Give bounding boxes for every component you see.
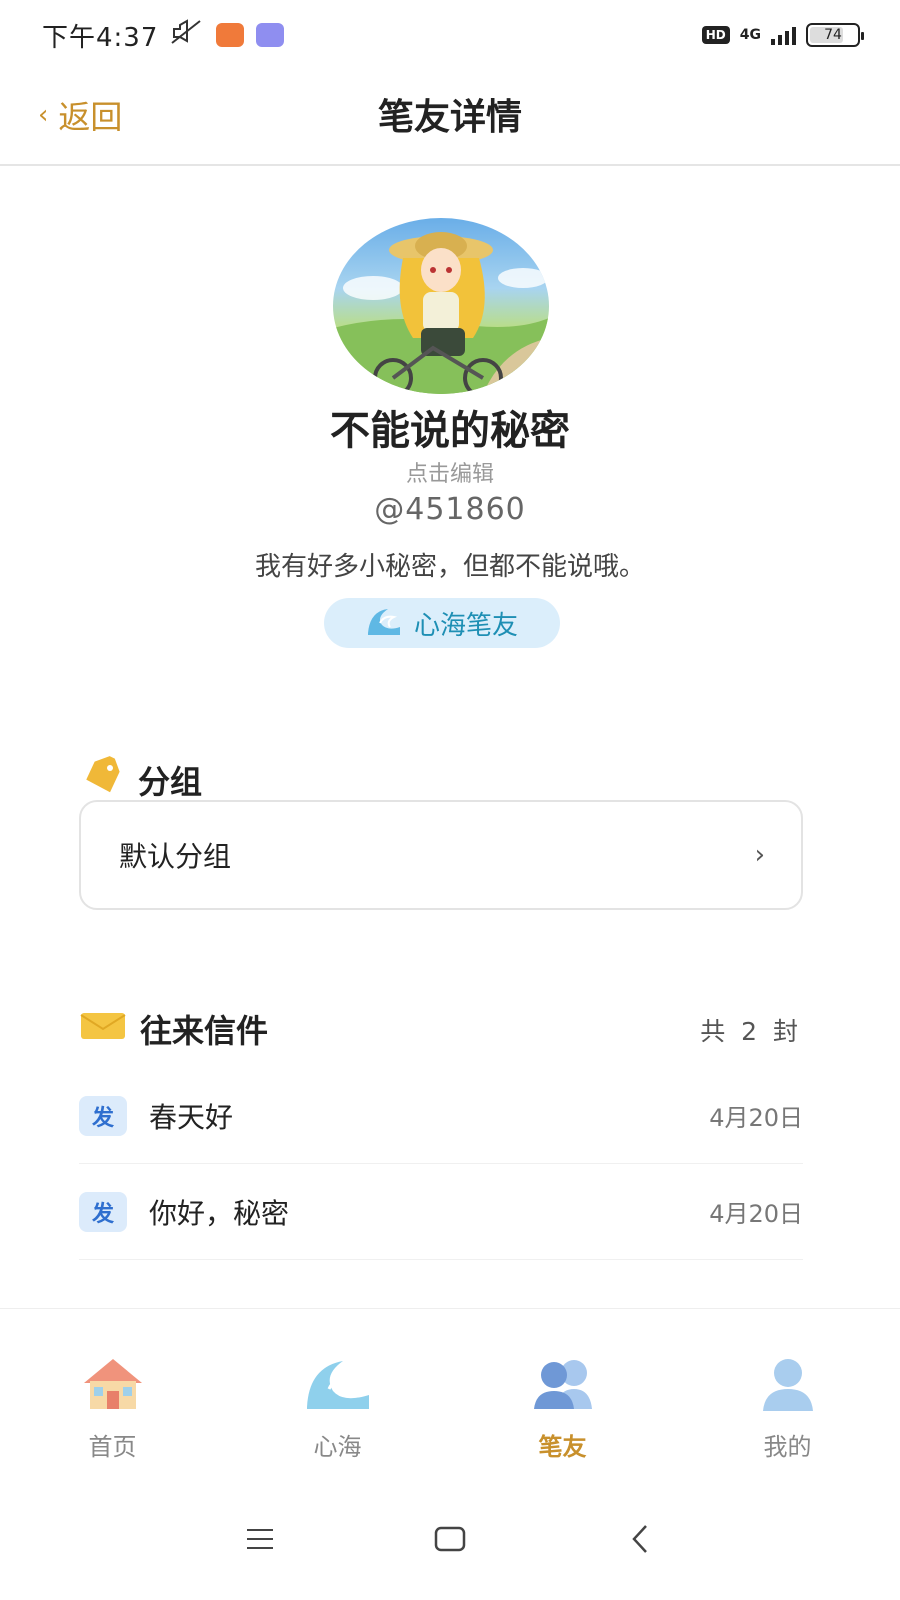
- group-section-title: 分组: [138, 763, 203, 801]
- status-time: 下午4:37: [42, 22, 159, 53]
- letter-date: 4月20日: [709, 1200, 803, 1228]
- network-label: 4G: [739, 27, 761, 43]
- group-value: 默认分组: [119, 840, 232, 873]
- bio: 我有好多小秘密，但都不能说哦。: [254, 552, 645, 582]
- letter-date: 4月20日: [709, 1104, 803, 1132]
- group-section-header: 分组: [82, 756, 202, 804]
- sent-badge: 发: [79, 1095, 127, 1136]
- profile-icon: [762, 1359, 813, 1411]
- miui-notification-icon: [256, 23, 285, 47]
- status-bar: 下午4:37 HD 4G 74: [0, 0, 900, 70]
- edit-hint-button[interactable]: 点击编辑: [0, 456, 900, 488]
- battery-icon: 74: [806, 23, 864, 47]
- chevron-right-icon: ›: [754, 840, 765, 870]
- wave-icon: [306, 1361, 369, 1409]
- avatar[interactable]: [333, 218, 549, 394]
- tab-label: 我的: [763, 1433, 812, 1461]
- tag-label: 心海笔友: [413, 610, 518, 641]
- letter-title: 你好，秘密: [149, 1196, 290, 1230]
- tab-label: 首页: [88, 1433, 137, 1461]
- letters-section-title: 往来信件: [140, 1012, 269, 1050]
- tab-label: 心海: [313, 1433, 362, 1461]
- tab-label: 笔友: [538, 1433, 587, 1461]
- signal-icon: [771, 25, 796, 45]
- user-id: @451860: [374, 492, 526, 527]
- hd-badge: HD: [701, 26, 730, 44]
- tab-penpals[interactable]: 笔友: [450, 1309, 675, 1478]
- sent-badge: 发: [79, 1191, 127, 1232]
- letter-item[interactable]: 发 春天好 4月20日: [79, 1068, 803, 1164]
- tag-icon: [82, 756, 124, 804]
- home-icon: [83, 1359, 142, 1409]
- tab-me[interactable]: 我的: [675, 1309, 900, 1478]
- system-back-button[interactable]: [620, 1519, 660, 1559]
- group-selector[interactable]: 默认分组 ›: [79, 800, 803, 910]
- chevron-left-icon: [632, 1525, 647, 1553]
- battery-level: 74: [824, 27, 842, 43]
- letter-title: 春天好: [149, 1100, 234, 1134]
- bottom-tab-bar: 首页 心海 笔友 我的: [0, 1308, 900, 1478]
- envelope-icon: [80, 1010, 126, 1048]
- penpals-icon: [533, 1360, 592, 1409]
- mute-icon: [170, 19, 204, 51]
- page-title: 笔友详情: [377, 97, 522, 138]
- status-left: 下午4:37: [42, 17, 285, 54]
- status-right: HD 4G 74: [701, 23, 864, 47]
- wave-icon: [366, 605, 402, 641]
- source-tag[interactable]: 心海笔友: [324, 598, 560, 648]
- home-button[interactable]: [430, 1519, 470, 1559]
- menu-button[interactable]: [240, 1519, 280, 1559]
- system-nav-bar: [0, 1478, 900, 1600]
- menu-icon: [247, 1529, 273, 1549]
- tab-xinhai[interactable]: 心海: [225, 1309, 450, 1478]
- letters-count: 共 2 封: [700, 1017, 802, 1046]
- tab-home[interactable]: 首页: [0, 1309, 225, 1478]
- nav-header: ‹ 返回 笔友详情: [0, 70, 900, 166]
- letters-section-header: 往来信件: [80, 1006, 268, 1052]
- app-notification-icon: [216, 23, 245, 47]
- nickname: 不能说的秘密: [330, 408, 570, 454]
- square-icon: [434, 1526, 466, 1552]
- letter-item[interactable]: 发 你好，秘密 4月20日: [79, 1164, 803, 1260]
